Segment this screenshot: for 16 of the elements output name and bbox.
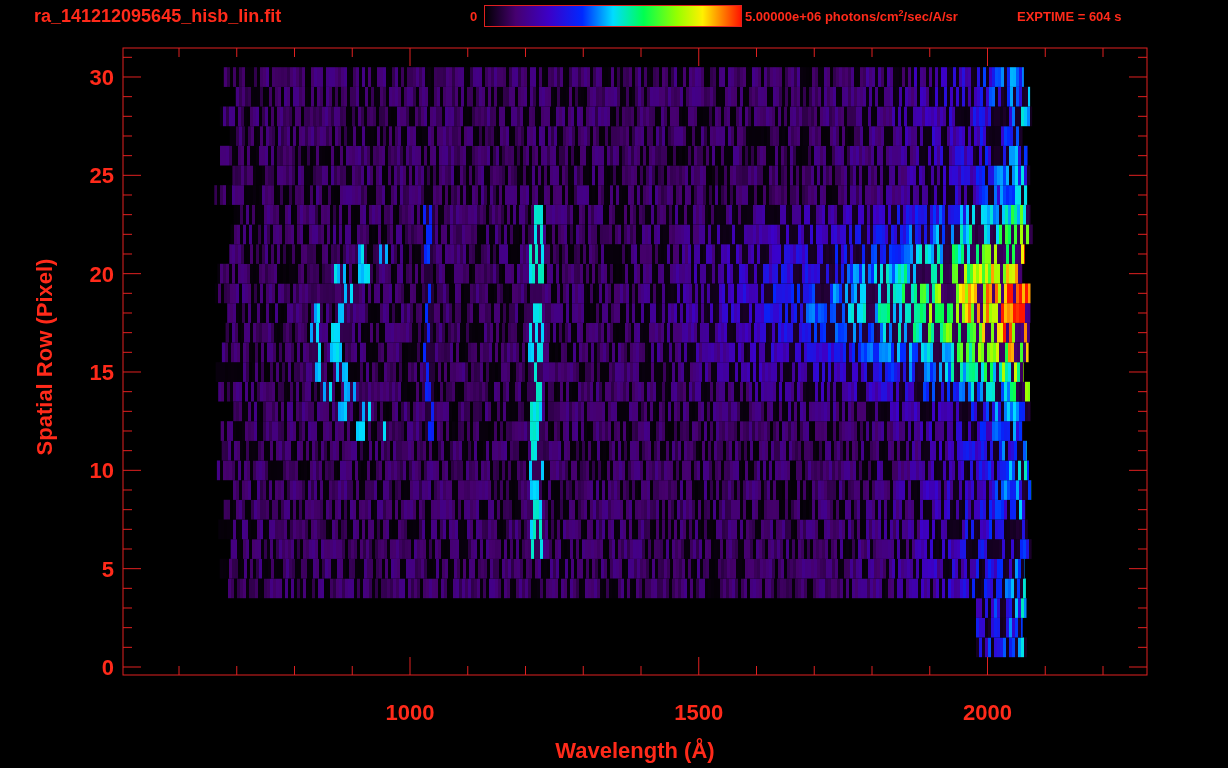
y-tick-label: 20	[89, 261, 114, 287]
exposure-time: EXPTIME = 604 s	[1017, 8, 1122, 24]
x-tick-label: 1000	[385, 700, 435, 725]
y-tick-label: 5	[101, 556, 114, 582]
y-tick-label: 15	[89, 360, 114, 385]
x-axis-label: Wavelength (Å)	[555, 738, 715, 763]
colorbar-max-label: 5.00000e+06 photons/cm$^{2}$/sec/A/sr	[745, 7, 959, 25]
x-tick-label: 2000	[963, 700, 1012, 725]
y-tick-label: 25	[89, 163, 114, 189]
x-tick-label: 1500	[674, 700, 724, 725]
y-tick-label: 30	[89, 65, 114, 90]
y-tick-label: 0	[101, 655, 114, 680]
y-axis-label: Spatial Row (Pixel)	[32, 258, 57, 456]
file-title: ra_141212095645_hisb_lin.fit	[34, 5, 283, 27]
colorbar-min-label: 0	[470, 8, 479, 24]
y-tick-label: 10	[89, 458, 114, 484]
